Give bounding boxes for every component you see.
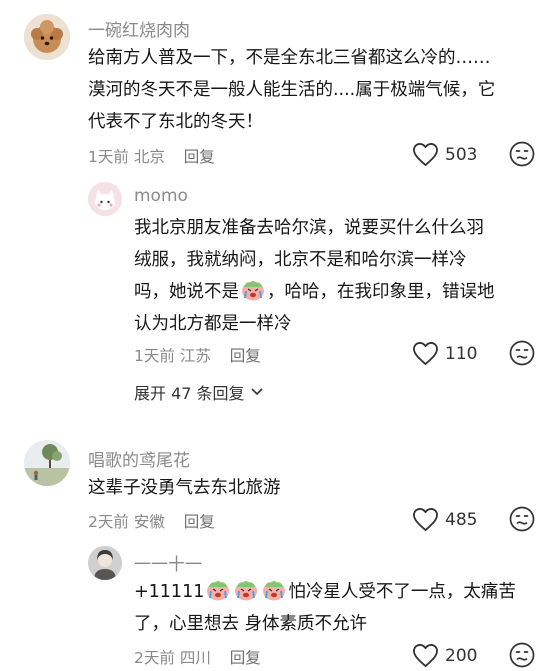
reply-text-segment: +11111 (134, 582, 205, 602)
dislike-face-icon[interactable] (509, 642, 535, 668)
comment-username[interactable]: 一碗红烧肉肉 (88, 16, 190, 41)
dislike-face-icon[interactable] (509, 506, 535, 532)
reply-button[interactable]: 回复 (230, 649, 261, 667)
chevron-down-icon (250, 388, 263, 396)
comment-location: 北京 (133, 148, 165, 166)
heart-icon (412, 341, 439, 366)
comment-text-line: 这辈子没勇气去东北旅游 (88, 478, 281, 498)
comment-text[interactable]: 这辈子没勇气去东北旅游 (88, 472, 543, 504)
like-count: 200 (445, 645, 478, 666)
reply-time: 2天前 (134, 649, 175, 667)
cat-avatar-icon (88, 182, 122, 216)
reply-button[interactable]: 回复 (184, 148, 215, 166)
reply-button[interactable]: 回复 (184, 513, 215, 531)
reply-text-segment: ，哈哈，在我印象里，错误地 (267, 282, 495, 302)
crying-emoji-icon (205, 579, 231, 601)
reply-text-line: 我北京朋友准备去哈尔滨，说要买什么什么羽 (134, 218, 484, 238)
like-count: 485 (445, 509, 478, 530)
reply-time: 1天前 (134, 347, 175, 365)
landscape-avatar-icon (24, 440, 70, 486)
heart-icon (412, 643, 439, 668)
heart-icon (412, 142, 439, 167)
comment-text-line: 给南方人普及一下，不是全东北三省都这么冷的…… (88, 48, 491, 68)
reply-meta: 1天前 江苏 回复 (134, 344, 261, 366)
reply-text-line: +11111 怕冷星人受不了一点，太痛苦 (134, 576, 544, 608)
crying-emoji-icon (233, 579, 259, 601)
dislike-face-icon[interactable] (509, 141, 535, 167)
avatar-comment-1[interactable] (24, 14, 70, 60)
reply-text-segment: 吗，她说不是 (134, 282, 239, 302)
reply-text[interactable]: +11111 怕冷星人受不了一点，太痛苦 了，心里想去 身体素质不允许 (134, 576, 544, 640)
portrait-avatar-icon (88, 546, 122, 580)
reply-text-segment: 怕冷星人受不了一点，太痛苦 (288, 582, 516, 602)
like-button[interactable]: 110 (412, 341, 477, 366)
comment-location: 安徽 (133, 513, 165, 531)
reply-text-line: 绒服，我就纳闷，北京不是和哈尔滨一样冷 (134, 250, 467, 270)
comment-meta: 2天前 安徽 回复 (88, 510, 215, 532)
like-button[interactable]: 485 (412, 507, 477, 532)
comment-text-line: 漠河的冬天不是一般人能生活的....属于极端气候，它 (88, 80, 496, 100)
avatar-reply[interactable] (88, 546, 122, 580)
reply-text-line: 吗，她说不是 ，哈哈，在我印象里，错误地 (134, 276, 544, 308)
comment-username[interactable]: 唱歌的鸢尾花 (88, 446, 190, 471)
comment-time: 2天前 (88, 513, 129, 531)
avatar-comment-2[interactable] (24, 440, 70, 486)
expand-replies-button[interactable]: 展开 47 条回复 (96, 380, 263, 404)
like-count: 503 (445, 144, 478, 165)
like-button[interactable]: 503 (412, 142, 477, 167)
reply-location: 江苏 (179, 347, 211, 365)
poodle-avatar-icon (24, 14, 70, 60)
reply-location: 四川 (179, 649, 211, 667)
reply-text[interactable]: 我北京朋友准备去哈尔滨，说要买什么什么羽 绒服，我就纳闷，北京不是和哈尔滨一样冷… (134, 212, 544, 340)
avatar-reply[interactable] (88, 182, 122, 216)
like-count: 110 (445, 343, 478, 364)
heart-icon (412, 507, 439, 532)
reply-username[interactable]: momo (134, 186, 188, 206)
comment-meta: 1天前 北京 回复 (88, 145, 215, 167)
comment-time: 1天前 (88, 148, 129, 166)
reply-meta: 2天前 四川 回复 (134, 646, 261, 668)
expand-replies-label: 展开 47 条回复 (134, 384, 245, 403)
reply-text-line: 认为北方都是一样冷 (134, 314, 292, 334)
comment-text[interactable]: 给南方人普及一下，不是全东北三省都这么冷的…… 漠河的冬天不是一般人能生活的..… (88, 42, 543, 138)
crying-emoji-icon (240, 279, 266, 301)
crying-emoji-icon (261, 579, 287, 601)
dislike-face-icon[interactable] (509, 340, 535, 366)
reply-text-line: 了，心里想去 身体素质不允许 (134, 614, 368, 634)
reply-button[interactable]: 回复 (230, 347, 261, 365)
like-button[interactable]: 200 (412, 643, 477, 668)
comment-text-line: 代表不了东北的冬天！ (88, 112, 263, 132)
reply-username[interactable]: 一一十一 (134, 550, 202, 575)
